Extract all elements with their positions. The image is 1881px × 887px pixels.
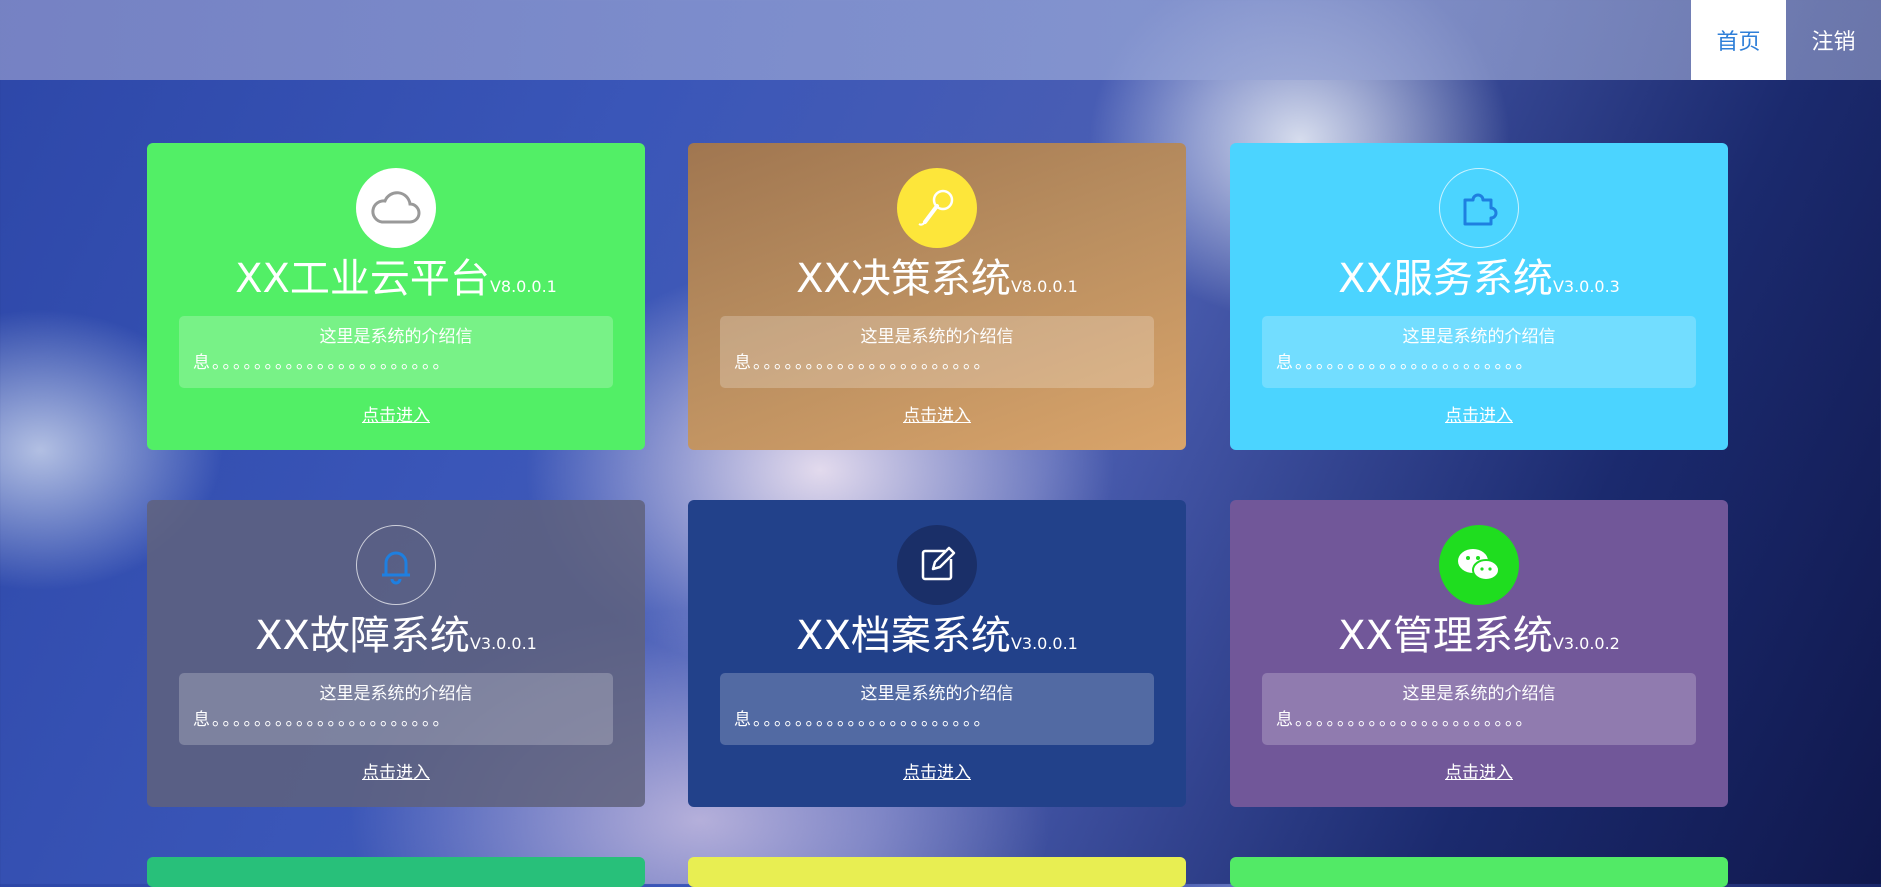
- system-intro: 这里是系统的介绍信 息。。。。。。。。。。。。。。。。。。。。。。: [1262, 673, 1696, 745]
- system-title: XX故障系统V3.0.0.1: [255, 613, 537, 659]
- system-card-decision: XX决策系统V8.0.0.1 这里是系统的介绍信 息。。。。。。。。。。。。。。…: [688, 143, 1186, 450]
- system-title: XX档案系统V3.0.0.1: [796, 613, 1078, 659]
- enter-link[interactable]: 点击进入: [688, 401, 1186, 426]
- system-intro: 这里是系统的介绍信 息。。。。。。。。。。。。。。。。。。。。。。: [179, 673, 613, 745]
- system-intro: 这里是系统的介绍信 息。。。。。。。。。。。。。。。。。。。。。。: [1262, 316, 1696, 388]
- system-card-management: XX管理系统V3.0.0.2 这里是系统的介绍信 息。。。。。。。。。。。。。。…: [1230, 500, 1728, 807]
- system-title: XX工业云平台V8.0.0.1: [235, 256, 557, 302]
- enter-link[interactable]: 点击进入: [688, 758, 1186, 783]
- edit-icon: [897, 525, 977, 605]
- system-card-partial: [1230, 857, 1728, 887]
- nav-logout[interactable]: 注销: [1786, 0, 1881, 80]
- system-title: XX决策系统V8.0.0.1: [796, 256, 1078, 302]
- microphone-icon: [897, 168, 977, 248]
- system-card-service: XX服务系统V3.0.0.3 这里是系统的介绍信 息。。。。。。。。。。。。。。…: [1230, 143, 1728, 450]
- puzzle-icon: [1439, 168, 1519, 248]
- enter-link[interactable]: 点击进入: [1230, 401, 1728, 426]
- system-card-fault: XX故障系统V3.0.0.1 这里是系统的介绍信 息。。。。。。。。。。。。。。…: [147, 500, 645, 807]
- system-title: XX服务系统V3.0.0.3: [1338, 256, 1620, 302]
- top-bar: 首页 注销: [0, 0, 1881, 80]
- enter-link[interactable]: 点击进入: [1230, 758, 1728, 783]
- system-intro: 这里是系统的介绍信 息。。。。。。。。。。。。。。。。。。。。。。: [179, 316, 613, 388]
- enter-link[interactable]: 点击进入: [147, 758, 645, 783]
- system-title: XX管理系统V3.0.0.2: [1338, 613, 1620, 659]
- cloud-icon: [356, 168, 436, 248]
- wechat-icon: [1439, 525, 1519, 605]
- system-card-partial: [147, 857, 645, 887]
- system-card-industrial-cloud: XX工业云平台V8.0.0.1 这里是系统的介绍信 息。。。。。。。。。。。。。…: [147, 143, 645, 450]
- bell-icon: [356, 525, 436, 605]
- system-intro: 这里是系统的介绍信 息。。。。。。。。。。。。。。。。。。。。。。: [720, 316, 1154, 388]
- enter-link[interactable]: 点击进入: [147, 401, 645, 426]
- nav-home[interactable]: 首页: [1691, 0, 1786, 80]
- system-card-archive: XX档案系统V3.0.0.1 这里是系统的介绍信 息。。。。。。。。。。。。。。…: [688, 500, 1186, 807]
- top-nav: 首页 注销: [1691, 0, 1881, 80]
- system-card-partial: [688, 857, 1186, 887]
- system-intro: 这里是系统的介绍信 息。。。。。。。。。。。。。。。。。。。。。。: [720, 673, 1154, 745]
